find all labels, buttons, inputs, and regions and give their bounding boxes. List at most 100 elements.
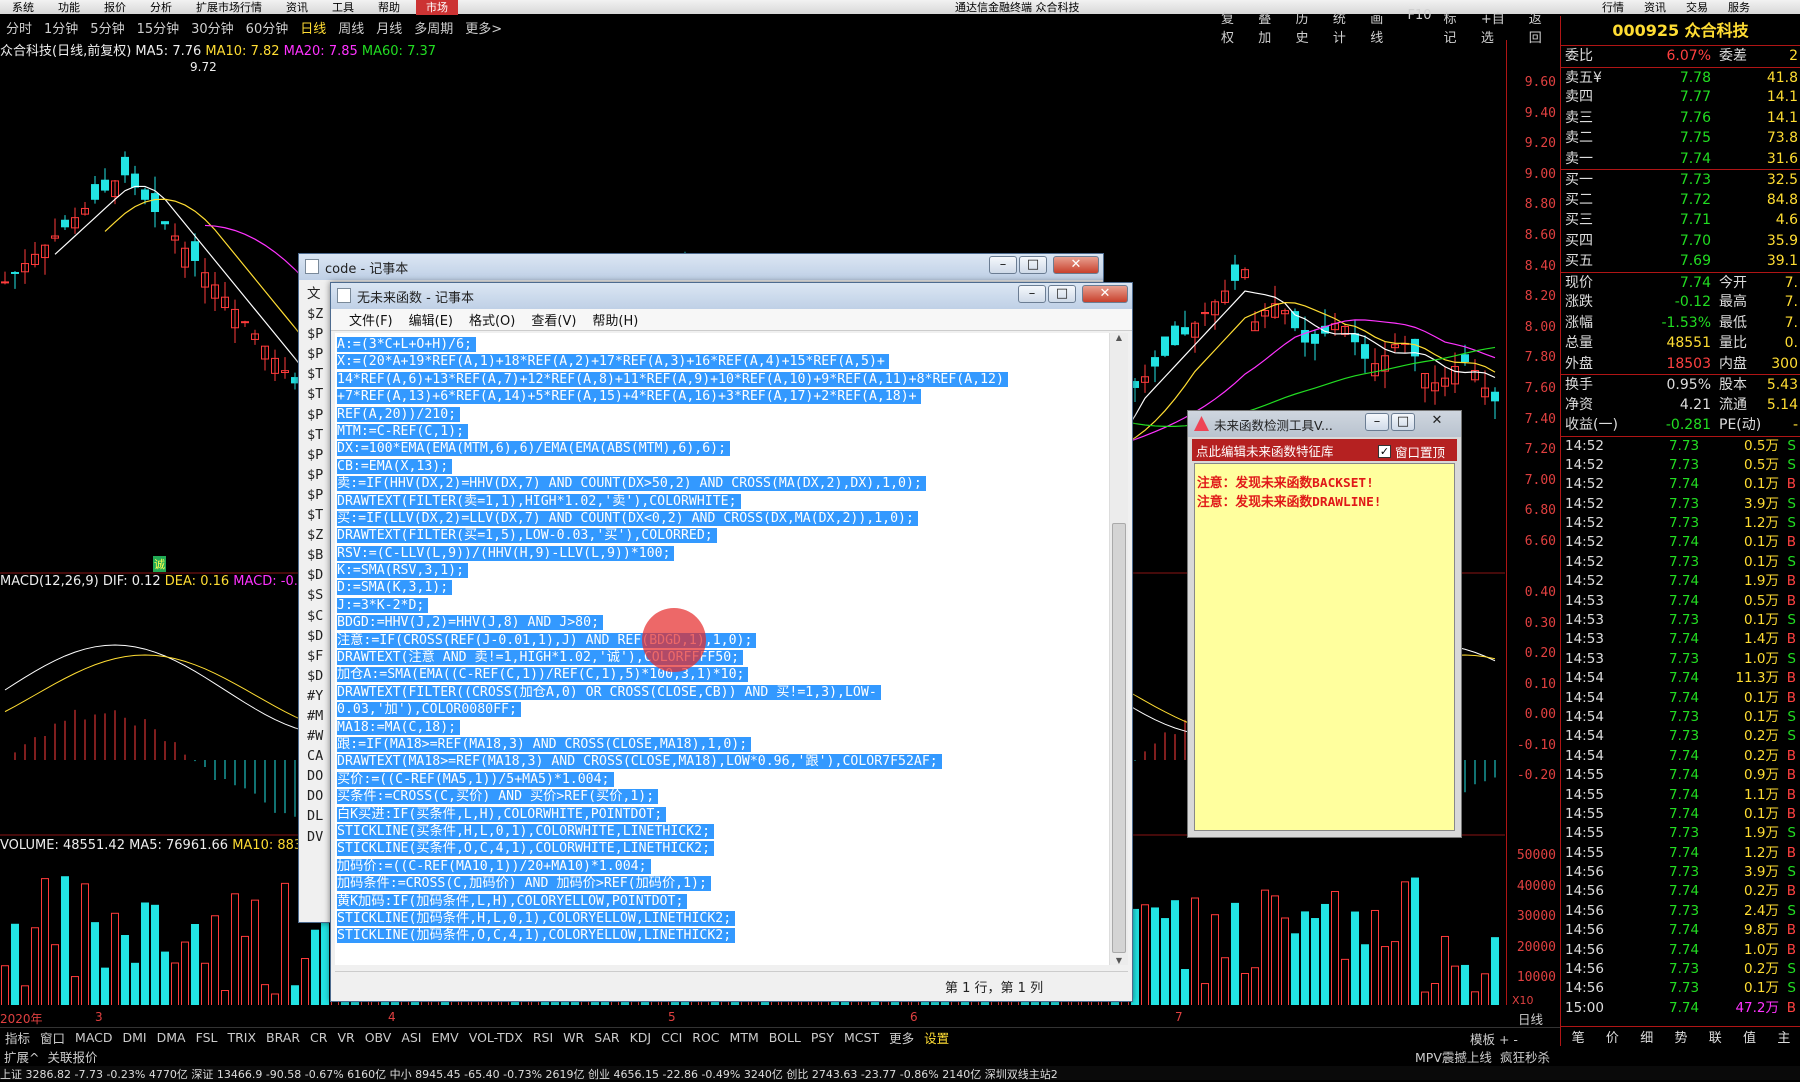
quote-tab-6[interactable]: 主 — [1777, 1027, 1790, 1046]
quote-tab-0[interactable]: 笔 — [1572, 1027, 1585, 1046]
notepad-menu-4[interactable]: 帮助(H) — [592, 310, 638, 329]
indicator-tab-21[interactable]: BOLL — [769, 1030, 801, 1045]
indicator-tab-9[interactable]: VR — [337, 1030, 354, 1045]
maximize-button[interactable]: □ — [1019, 256, 1047, 274]
scroll-up-arrow[interactable]: ▲ — [1110, 333, 1128, 342]
volume-bar — [1411, 877, 1419, 1005]
period-tab-0[interactable]: 分时 — [6, 22, 32, 37]
notepad-menu-0[interactable]: 文件(F) — [349, 310, 393, 329]
tick-direction: B — [1786, 844, 1796, 861]
period-tab-4[interactable]: 30分钟 — [191, 22, 234, 37]
indicator-tab-19[interactable]: ROC — [692, 1030, 719, 1045]
indicator-tab-20[interactable]: MTM — [730, 1030, 759, 1045]
indicator-tab-15[interactable]: WR — [563, 1030, 584, 1045]
indicator-tab-11[interactable]: ASI — [401, 1030, 421, 1045]
quote-tab-1[interactable]: 价 — [1606, 1027, 1619, 1046]
indicator-tab-4[interactable]: DMA — [157, 1030, 186, 1045]
close-button[interactable]: ✕ — [1417, 413, 1457, 431]
detector-titlebar[interactable]: 未来函数检测工具V... – □ ✕ — [1188, 411, 1461, 437]
expand-button[interactable]: 扩展^ — [4, 1047, 39, 1066]
notepad-code-titlebar[interactable]: code - 记事本 – □ ✕ — [299, 254, 1103, 280]
volume-bar — [281, 882, 289, 1005]
indicator-tab-14[interactable]: RSI — [533, 1030, 553, 1045]
indicator-tab-1[interactable]: 窗口 — [40, 1028, 65, 1047]
related-quote-button[interactable]: 关联报价 — [47, 1047, 97, 1066]
stock-code-name[interactable]: 000925 众合科技 — [1561, 16, 1800, 46]
quote-tab-3[interactable]: 势 — [1674, 1027, 1687, 1046]
indicator-tab-6[interactable]: TRIX — [227, 1030, 256, 1045]
period-tab-5[interactable]: 60分钟 — [246, 22, 289, 37]
vertical-scrollbar[interactable]: ▲ ▼ — [1109, 333, 1128, 965]
period-tab-1[interactable]: 1分钟 — [44, 22, 78, 37]
scrollbar-thumb[interactable] — [1112, 523, 1126, 953]
promo-link-1[interactable]: MPV震撼上线 — [1415, 1047, 1492, 1066]
scroll-down-arrow[interactable]: ▼ — [1110, 956, 1128, 965]
period-tab-10[interactable]: 更多> — [465, 22, 502, 37]
market-tab[interactable]: 市场 — [416, 0, 458, 15]
indicator-tab-18[interactable]: CCI — [661, 1030, 682, 1045]
indicator-tab-2[interactable]: MACD — [75, 1030, 112, 1045]
right-menu-item-0[interactable]: 行情 — [1602, 0, 1624, 15]
indicator-tab-5[interactable]: FSL — [196, 1030, 218, 1045]
quote-tab-4[interactable]: 联 — [1709, 1027, 1722, 1046]
menu-item-2[interactable]: 报价 — [104, 1, 126, 14]
menu-item-0[interactable]: 系统 — [12, 1, 34, 14]
tick-price: 7.74 — [1669, 767, 1700, 784]
minimize-button[interactable]: – — [1365, 413, 1389, 431]
indicator-tab-8[interactable]: CR — [310, 1030, 327, 1045]
indicator-tab-10[interactable]: OBV — [365, 1030, 392, 1045]
indicator-tab-25[interactable]: 设置 — [924, 1028, 949, 1047]
indicator-tab-22[interactable]: PSY — [811, 1030, 834, 1045]
maximize-button[interactable]: □ — [1391, 413, 1415, 431]
period-tab-7[interactable]: 周线 — [338, 22, 364, 37]
menu-item-3[interactable]: 分析 — [150, 1, 172, 14]
notepad-text-area[interactable]: A:=(3*C+L+O+H)/6; X:=(20*A+19*REF(A,1)+18… — [335, 333, 1111, 965]
notepad-menu-2[interactable]: 格式(O) — [469, 310, 515, 329]
period-tab-2[interactable]: 5分钟 — [90, 22, 124, 37]
notepad-window-nofuture[interactable]: 无未来函数 - 记事本 – □ ✕ 文件(F) 编辑(E) 格式(O) 查看(V) 帮助… — [330, 282, 1133, 1002]
code-line-text: 加码条件:=CROSS(C,加码价) AND 加码价>REF(加码价,1); — [337, 876, 711, 892]
period-tab-9[interactable]: 多周期 — [414, 22, 453, 37]
template-controls[interactable]: 模板 + - — [1470, 1029, 1518, 1048]
period-tab-6[interactable]: 日线 — [300, 22, 326, 37]
code-line-text: REF(A,20))/210; — [337, 406, 461, 422]
indicator-tab-12[interactable]: EMV — [432, 1030, 459, 1045]
menu-item-4[interactable]: 扩展市场行情 — [196, 1, 262, 14]
indicator-tab-3[interactable]: DMI — [123, 1030, 147, 1045]
checkbox-box[interactable]: ✓ — [1377, 445, 1391, 458]
notepad-code-text[interactable]: 文 $Z $P $P $T $T $P $T $P $P $P $T $Z $B $D $S $C $D $F $D #… — [307, 284, 327, 847]
right-menu-item-3[interactable]: 服务 — [1728, 0, 1750, 15]
future-function-detector-window[interactable]: 未来函数检测工具V... – □ ✕ 点此编辑未来函数特征库 ✓ 窗口置顶 注意：… — [1187, 410, 1462, 838]
indicator-tab-0[interactable]: 指标 — [5, 1028, 30, 1047]
period-tab-8[interactable]: 月线 — [376, 22, 402, 37]
right-menu-item-2[interactable]: 交易 — [1686, 0, 1708, 15]
indicator-tab-16[interactable]: SAR — [594, 1030, 619, 1045]
notepad-menu-3[interactable]: 查看(V) — [531, 310, 576, 329]
edit-signature-library-link[interactable]: 点此编辑未来函数特征库 ✓ 窗口置顶 — [1192, 439, 1457, 461]
minimize-button[interactable]: – — [1018, 285, 1046, 303]
indicator-tab-13[interactable]: VOL-TDX — [469, 1030, 523, 1045]
tick-row: 14:52 7.74 0.1万 B — [1561, 475, 1800, 494]
menu-item-5[interactable]: 资讯 — [286, 1, 308, 14]
minimize-button[interactable]: – — [989, 256, 1017, 274]
notepad-menu-1[interactable]: 编辑(E) — [409, 310, 453, 329]
quote-tab-5[interactable]: 值 — [1743, 1027, 1756, 1046]
indicator-tab-17[interactable]: KDJ — [630, 1030, 652, 1045]
right-menu-item-1[interactable]: 资讯 — [1644, 0, 1666, 15]
dif-label: DIF: 0.12 — [102, 574, 161, 589]
quote-tab-2[interactable]: 细 — [1640, 1027, 1653, 1046]
maximize-button[interactable]: □ — [1048, 285, 1076, 303]
indicator-tab-7[interactable]: BRAR — [266, 1030, 300, 1045]
close-button[interactable]: ✕ — [1053, 256, 1099, 274]
period-tab-3[interactable]: 15分钟 — [137, 22, 180, 37]
indicator-tab-23[interactable]: MCST — [844, 1030, 879, 1045]
menu-item-1[interactable]: 功能 — [58, 1, 80, 14]
indicator-tab-24[interactable]: 更多 — [889, 1028, 914, 1047]
menu-item-6[interactable]: 工具 — [332, 1, 354, 14]
always-on-top-checkbox[interactable]: ✓ 窗口置顶 — [1377, 442, 1445, 461]
quote-label: 收益(一) — [1565, 417, 1618, 433]
menu-item-7[interactable]: 帮助 — [378, 1, 400, 14]
close-button[interactable]: ✕ — [1082, 285, 1128, 303]
promo-link-2[interactable]: 疯狂秒杀 — [1500, 1047, 1550, 1066]
notepad-titlebar[interactable]: 无未来函数 - 记事本 – □ ✕ — [331, 283, 1132, 309]
